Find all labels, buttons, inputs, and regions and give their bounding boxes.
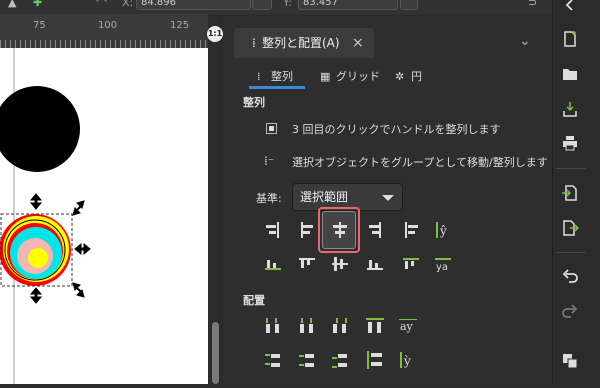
y-stepper[interactable]	[400, 0, 418, 10]
basis-select-value: 選択範囲	[300, 190, 349, 204]
horizontal-ruler: 75 100 125	[0, 14, 208, 49]
distribute-bottom-edges-icon[interactable]	[330, 350, 350, 370]
canvas-scrollbar-thumb[interactable]	[212, 322, 219, 384]
group-move-icon[interactable]: ⁞⁻	[264, 154, 274, 168]
expand-arrow-icon[interactable]	[561, 0, 579, 14]
arrange-section-title: 配置	[243, 294, 265, 307]
lock-icon[interactable]: ⊃	[528, 0, 537, 9]
align-baseline-vertical-icon[interactable]: ya	[433, 254, 453, 274]
dialog-subtabs: ⁞ 整列 ▦ グリッド ✲ 円	[243, 64, 543, 90]
save-icon[interactable]	[561, 100, 579, 118]
drawing-canvas[interactable]	[0, 48, 208, 384]
align-left-edges-icon[interactable]	[297, 220, 317, 240]
toolbar-separator	[556, 252, 586, 253]
group-option-label: 選択オブジェクトをグループとして移動/整列します	[292, 156, 548, 169]
svg-text:ya: ya	[436, 262, 448, 273]
x-coordinate-label: X:	[122, 0, 134, 9]
align-bottom-of-anchor-icon[interactable]	[263, 254, 283, 274]
duplicate-icon[interactable]	[561, 352, 579, 370]
subtab-label: 円	[411, 70, 422, 83]
align-bottom-edges-icon[interactable]	[365, 254, 385, 274]
new-document-icon[interactable]	[561, 30, 579, 48]
tab-title: 整列と配置(A)	[262, 36, 340, 50]
canvas-artwork	[0, 48, 91, 384]
align-left-of-anchor-icon[interactable]	[401, 220, 421, 240]
distribute-top-edges-icon[interactable]	[263, 350, 283, 370]
distribute-gaps-vertical-icon[interactable]	[365, 350, 385, 370]
align-right-of-anchor-icon[interactable]	[263, 220, 283, 240]
distribute-centers-horizontal-icon[interactable]	[297, 316, 317, 336]
export-icon[interactable]	[561, 219, 579, 237]
black-circle-object	[0, 86, 80, 172]
distribute-gaps-horizontal-icon[interactable]	[365, 316, 385, 336]
center-on-horizontal-axis-icon[interactable]	[330, 254, 350, 274]
print-icon[interactable]	[561, 134, 579, 152]
arrow-icon[interactable]: ▲	[8, 0, 16, 9]
collapse-chevron-icon[interactable]: ⌄	[519, 28, 531, 54]
circle-arrange-icon: ✲	[395, 70, 405, 83]
svg-text:ỳ: ỳ	[403, 354, 411, 368]
chevron-down-icon	[382, 195, 394, 201]
tool-controls-bar: ▲ ✚ ⌒ X: 84.896 Y: 83.457 ⊃	[0, 0, 600, 14]
tab-align-distribute[interactable]: ⁞ 整列と配置(A) ×	[234, 28, 374, 58]
svg-text:ŷ: ŷ	[439, 224, 447, 238]
align-top-of-anchor-icon[interactable]	[401, 254, 421, 274]
distribute-right-edges-icon[interactable]	[330, 316, 350, 336]
y-coordinate-field[interactable]: 83.457	[298, 0, 398, 10]
handles-option-label: 3 回目のクリックでハンドルを整列します	[292, 123, 501, 136]
align-text-baseline-icon[interactable]: ŷ	[433, 220, 453, 240]
svg-text:ay: ay	[400, 320, 414, 333]
subtab-grid[interactable]: ▦ グリッド	[318, 64, 388, 90]
distribute-text-baseline-icon[interactable]: ay	[398, 316, 418, 336]
dialog-tab-bar: ⁞ 整列と配置(A) × ⌄	[234, 28, 544, 58]
redo-icon[interactable]	[561, 303, 579, 321]
toolbar-separator	[556, 168, 586, 169]
x-coordinate-field[interactable]: 84.896	[136, 0, 251, 10]
subtab-label: グリッド	[336, 70, 380, 83]
ruler-tick-label: 75	[33, 20, 46, 31]
ruler-tick-label: 100	[98, 20, 118, 31]
handles-option-checkbox[interactable]	[266, 123, 277, 134]
align-top-edges-icon[interactable]	[297, 254, 317, 274]
zoom-correction-icon[interactable]: 1:1	[207, 26, 223, 42]
align-tab-icon: ⁞	[252, 36, 256, 50]
align-right-edges-icon[interactable]	[365, 220, 385, 240]
selected-concentric-circles	[0, 213, 73, 287]
active-tab-underline	[249, 86, 305, 89]
ruler-ticks	[0, 40, 208, 48]
open-folder-icon[interactable]	[561, 65, 579, 83]
center-on-vertical-axis-icon[interactable]	[330, 220, 350, 240]
basis-label: 基準:	[256, 192, 282, 205]
close-icon[interactable]: ×	[352, 28, 364, 58]
align-section-title: 整列	[243, 96, 265, 109]
rotate-icon[interactable]: ⌒	[96, 0, 107, 12]
ruler-tick-label: 125	[170, 20, 190, 31]
import-icon[interactable]	[561, 184, 579, 202]
distribute-left-edges-icon[interactable]	[263, 316, 283, 336]
distribute-centers-vertical-icon[interactable]	[297, 350, 317, 370]
distribute-vertical-baseline-icon[interactable]: ỳ	[398, 350, 418, 370]
x-stepper[interactable]	[252, 0, 272, 10]
undo-icon[interactable]	[561, 268, 579, 286]
y-coordinate-label: Y:	[283, 0, 292, 9]
pin-icon[interactable]: ✚	[33, 0, 42, 9]
subtab-circle[interactable]: ✲ 円	[395, 64, 445, 90]
grid-icon: ▦	[320, 70, 331, 83]
